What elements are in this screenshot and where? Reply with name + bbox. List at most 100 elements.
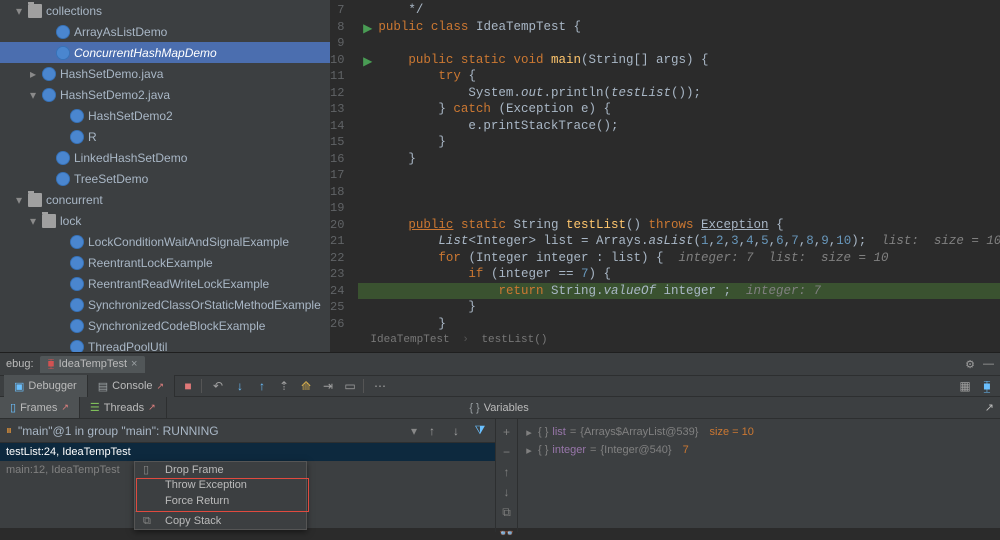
tab-debugger[interactable]: ▣Debugger — [4, 375, 88, 397]
menu-throw-exception[interactable]: Throw Exception — [135, 478, 306, 494]
breadcrumb-item[interactable]: IdeaTempTest — [370, 334, 449, 346]
down-icon[interactable]: ↓ — [504, 485, 510, 499]
code-line[interactable]: public class IdeaTempTest { — [358, 19, 1000, 36]
expand-arrow-icon[interactable]: ▾ — [28, 88, 38, 102]
up-icon[interactable]: ↑ — [504, 465, 510, 479]
more-icon[interactable]: ⋯ — [371, 377, 389, 395]
remove-watch-icon[interactable]: − — [503, 445, 510, 459]
class-icon — [42, 67, 56, 81]
prev-frame-icon[interactable]: ↑ — [423, 422, 441, 440]
layout-icon[interactable]: ▦ — [956, 377, 974, 395]
debug-run-tab[interactable]: ⧯ IdeaTempTest × — [40, 356, 146, 373]
stop-button[interactable]: ■ — [179, 377, 197, 395]
class-icon — [42, 88, 56, 102]
code-line[interactable]: } — [358, 316, 1000, 333]
tree-item[interactable]: ▸HashSetDemo.java — [0, 63, 330, 84]
tab-console[interactable]: ▤Console↗ — [88, 375, 175, 397]
step-out-icon[interactable]: ⟰ — [297, 377, 315, 395]
copy-icon[interactable]: ⧉ — [502, 505, 511, 520]
code-line[interactable]: for (Integer integer : list) { integer: … — [358, 250, 1000, 267]
expand-arrow-icon[interactable]: ▾ — [28, 214, 38, 228]
tree-item[interactable]: HashSetDemo2 — [0, 105, 330, 126]
expand-arrow-icon[interactable]: ▸ — [524, 426, 534, 439]
folder-icon — [28, 193, 42, 207]
pin-icon[interactable]: ⧯ — [978, 377, 996, 395]
expand-arrow-icon[interactable]: ▸ — [524, 444, 534, 457]
code-line[interactable] — [358, 200, 1000, 217]
variable-row[interactable]: ▸{ }integer = {Integer@540} 7 — [524, 441, 994, 459]
tree-item[interactable]: R — [0, 126, 330, 147]
next-frame-icon[interactable]: ↓ — [447, 422, 465, 440]
code-line[interactable] — [358, 184, 1000, 201]
tab-frames[interactable]: ▯Frames↗ — [0, 397, 80, 418]
tree-item[interactable]: TreeSetDemo — [0, 168, 330, 189]
variables-list[interactable]: ▸{ }list = {Arrays$ArrayList@539} size =… — [518, 419, 1000, 532]
breadcrumb-item[interactable]: testList() — [481, 334, 547, 346]
evaluate-icon[interactable]: ▭ — [341, 377, 359, 395]
code-line[interactable]: } — [358, 151, 1000, 168]
tree-item[interactable]: ArrayAsListDemo — [0, 21, 330, 42]
tree-item[interactable]: SynchronizedCodeBlockExample — [0, 315, 330, 336]
tree-item-label: collections — [46, 4, 102, 18]
tree-item[interactable]: LinkedHashSetDemo — [0, 147, 330, 168]
class-icon — [70, 340, 84, 353]
add-watch-icon[interactable]: + — [503, 425, 510, 439]
code-line[interactable]: System.out.println(testList()); — [358, 85, 1000, 102]
code-line[interactable]: if (integer == 7) { — [358, 266, 1000, 283]
code-line[interactable] — [358, 167, 1000, 184]
debug-header: ebug: ⧯ IdeaTempTest × ⚙ — — [0, 353, 1000, 375]
tab-threads[interactable]: ☰Threads↗ — [80, 397, 167, 418]
gear-icon[interactable]: ⚙ — [965, 358, 975, 371]
tree-item[interactable]: ThreadPoolUtil — [0, 336, 330, 352]
tree-item[interactable]: ReentrantLockExample — [0, 252, 330, 273]
tree-item[interactable]: ConcurrentHashMapDemo — [0, 42, 330, 63]
variable-name: integer — [552, 444, 586, 456]
code-line[interactable]: public static String testList() throws E… — [358, 217, 1000, 234]
tree-item[interactable]: ▾ collections — [0, 0, 330, 21]
filter-icon[interactable]: ⧩ — [471, 422, 489, 440]
code-line[interactable]: } catch (Exception e) { — [358, 101, 1000, 118]
tree-item[interactable]: ▾lock — [0, 210, 330, 231]
expand-arrow-icon[interactable]: ▾ — [14, 4, 24, 18]
minimize-icon[interactable]: — — [983, 358, 994, 370]
code-line[interactable]: try { — [358, 68, 1000, 85]
tree-item[interactable]: ▾HashSetDemo2.java — [0, 84, 330, 105]
expand-icon[interactable]: ↗ — [979, 397, 1000, 418]
code-line[interactable]: */ — [358, 2, 1000, 19]
variable-extra: size = 10 — [710, 426, 754, 438]
glasses-icon[interactable]: 👓 — [499, 526, 514, 540]
code-editor[interactable]: 78▶910▶11121314151617181920212223242526 … — [330, 0, 1000, 352]
expand-arrow-icon[interactable]: ▾ — [14, 193, 24, 207]
chevron-right-icon: › — [462, 334, 469, 346]
expand-arrow-icon[interactable]: ▸ — [28, 67, 38, 81]
tree-item[interactable]: SynchronizedClassOrStaticMethodExample — [0, 294, 330, 315]
code-line[interactable]: } — [358, 299, 1000, 316]
variable-row[interactable]: ▸{ }list = {Arrays$ArrayList@539} size =… — [524, 423, 994, 441]
tree-item[interactable]: ▾concurrent — [0, 189, 330, 210]
force-step-icon[interactable]: ⇡ — [275, 377, 293, 395]
close-icon[interactable]: × — [131, 358, 137, 370]
code-line[interactable]: } — [358, 134, 1000, 151]
menu-drop-frame[interactable]: ▯Drop Frame — [135, 462, 306, 478]
frame-context-menu[interactable]: ▯Drop Frame Throw Exception Force Return… — [134, 461, 307, 530]
code-line[interactable]: List<Integer> list = Arrays.asList(1,2,3… — [358, 233, 1000, 250]
menu-copy-stack[interactable]: ⧉Copy Stack — [135, 514, 306, 530]
step-return-icon[interactable]: ↶ — [209, 377, 227, 395]
tree-item-label: SynchronizedCodeBlockExample — [88, 319, 265, 333]
step-over-icon[interactable]: ↓ — [231, 377, 249, 395]
step-into-icon[interactable]: ↑ — [253, 377, 271, 395]
thread-selector[interactable]: ⏸ "main"@1 in group "main": RUNNING ▾ ↑ … — [0, 419, 495, 443]
run-to-cursor-icon[interactable]: ⇥ — [319, 377, 337, 395]
chevron-down-icon[interactable]: ▾ — [411, 424, 417, 438]
menu-force-return[interactable]: Force Return — [135, 493, 306, 509]
tree-item[interactable]: LockConditionWaitAndSignalExample — [0, 231, 330, 252]
breadcrumb[interactable]: IdeaTempTest › testList() — [370, 332, 547, 349]
code-line[interactable]: return String.valueOf integer ; integer:… — [358, 283, 1000, 300]
code-line[interactable]: public static void main(String[] args) { — [358, 52, 1000, 69]
stack-frame-row[interactable]: testList:24, IdeaTempTest — [0, 443, 495, 461]
class-icon — [70, 277, 84, 291]
editor-code-area[interactable]: */public class IdeaTempTest { public sta… — [358, 0, 1000, 352]
code-line[interactable]: e.printStackTrace(); — [358, 118, 1000, 135]
code-line[interactable] — [358, 35, 1000, 52]
tree-item[interactable]: ReentrantReadWriteLockExample — [0, 273, 330, 294]
